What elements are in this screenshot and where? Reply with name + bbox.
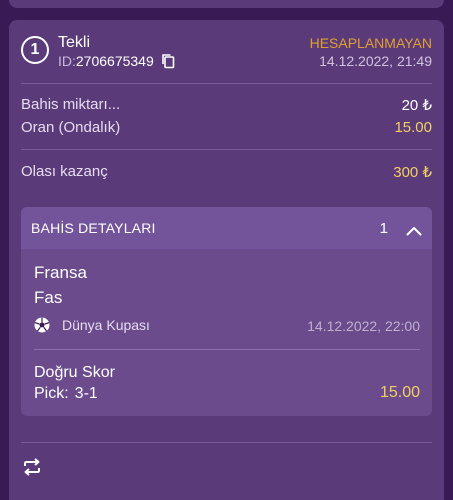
chevron-up-icon[interactable] [406, 223, 422, 236]
away-team: Fas [34, 288, 63, 307]
bet-type: Tekli [58, 34, 91, 51]
odds-label: Oran (Ondalık) [21, 119, 121, 136]
pick-value: 3-1 [74, 385, 98, 402]
market-name: Doğru Skor [34, 364, 115, 381]
potential-win-row: Olası kazanç 300 ₺ [21, 163, 432, 181]
repeat-icon[interactable] [22, 457, 42, 477]
bet-id-value: 2706675349 [75, 53, 154, 69]
home-team: Fransa [34, 263, 87, 282]
previous-card-edge [9, 0, 444, 8]
bet-index-badge: 1 [21, 36, 49, 64]
stake-row: Bahis miktarı... 20 ₺ [21, 96, 432, 114]
bet-card: 1 Tekli ID: 2706675349 HESAPLANMAYAN 14.… [9, 20, 444, 500]
pick-odds: 15.00 [379, 384, 420, 401]
selection-item: Fransa Fas Dünya Kupası 14.12.2022, 22:0… [21, 249, 432, 416]
bet-details-header[interactable]: BAHİS DETAYLARI 1 [21, 207, 432, 249]
bet-details-count: 1 [379, 219, 388, 237]
pick-row: Pick: 3-1 [34, 385, 98, 403]
divider [21, 442, 432, 443]
stake-value: 20 ₺ [401, 97, 432, 114]
odds-value: 15.00 [394, 119, 432, 136]
bet-header: 1 Tekli ID: 2706675349 HESAPLANMAYAN 14.… [9, 20, 444, 82]
league-row: Dünya Kupası [34, 317, 150, 333]
soccer-ball-icon [34, 317, 50, 333]
pick-label: Pick: [34, 385, 69, 402]
potential-win-label: Olası kazanç [21, 163, 108, 180]
bet-details-panel: BAHİS DETAYLARI 1 Fransa Fas Dünya Kupas… [21, 207, 432, 416]
match-datetime: 14.12.2022, 22:00 [307, 318, 420, 334]
odds-row: Oran (Ondalık) 15.00 [21, 119, 432, 136]
divider [34, 349, 420, 350]
potential-win-value: 300 ₺ [393, 164, 432, 181]
league-name: Dünya Kupası [62, 317, 150, 333]
stake-label: Bahis miktarı... [21, 96, 121, 113]
divider [21, 83, 432, 84]
bet-status: HESAPLANMAYAN [309, 35, 432, 51]
divider [21, 149, 432, 150]
copy-icon[interactable] [161, 53, 175, 69]
bet-id-label: ID: [58, 53, 76, 69]
bet-datetime: 14.12.2022, 21:49 [319, 53, 432, 69]
bet-id-row: ID: 2706675349 [58, 53, 175, 69]
bet-details-title: BAHİS DETAYLARI [31, 220, 156, 236]
